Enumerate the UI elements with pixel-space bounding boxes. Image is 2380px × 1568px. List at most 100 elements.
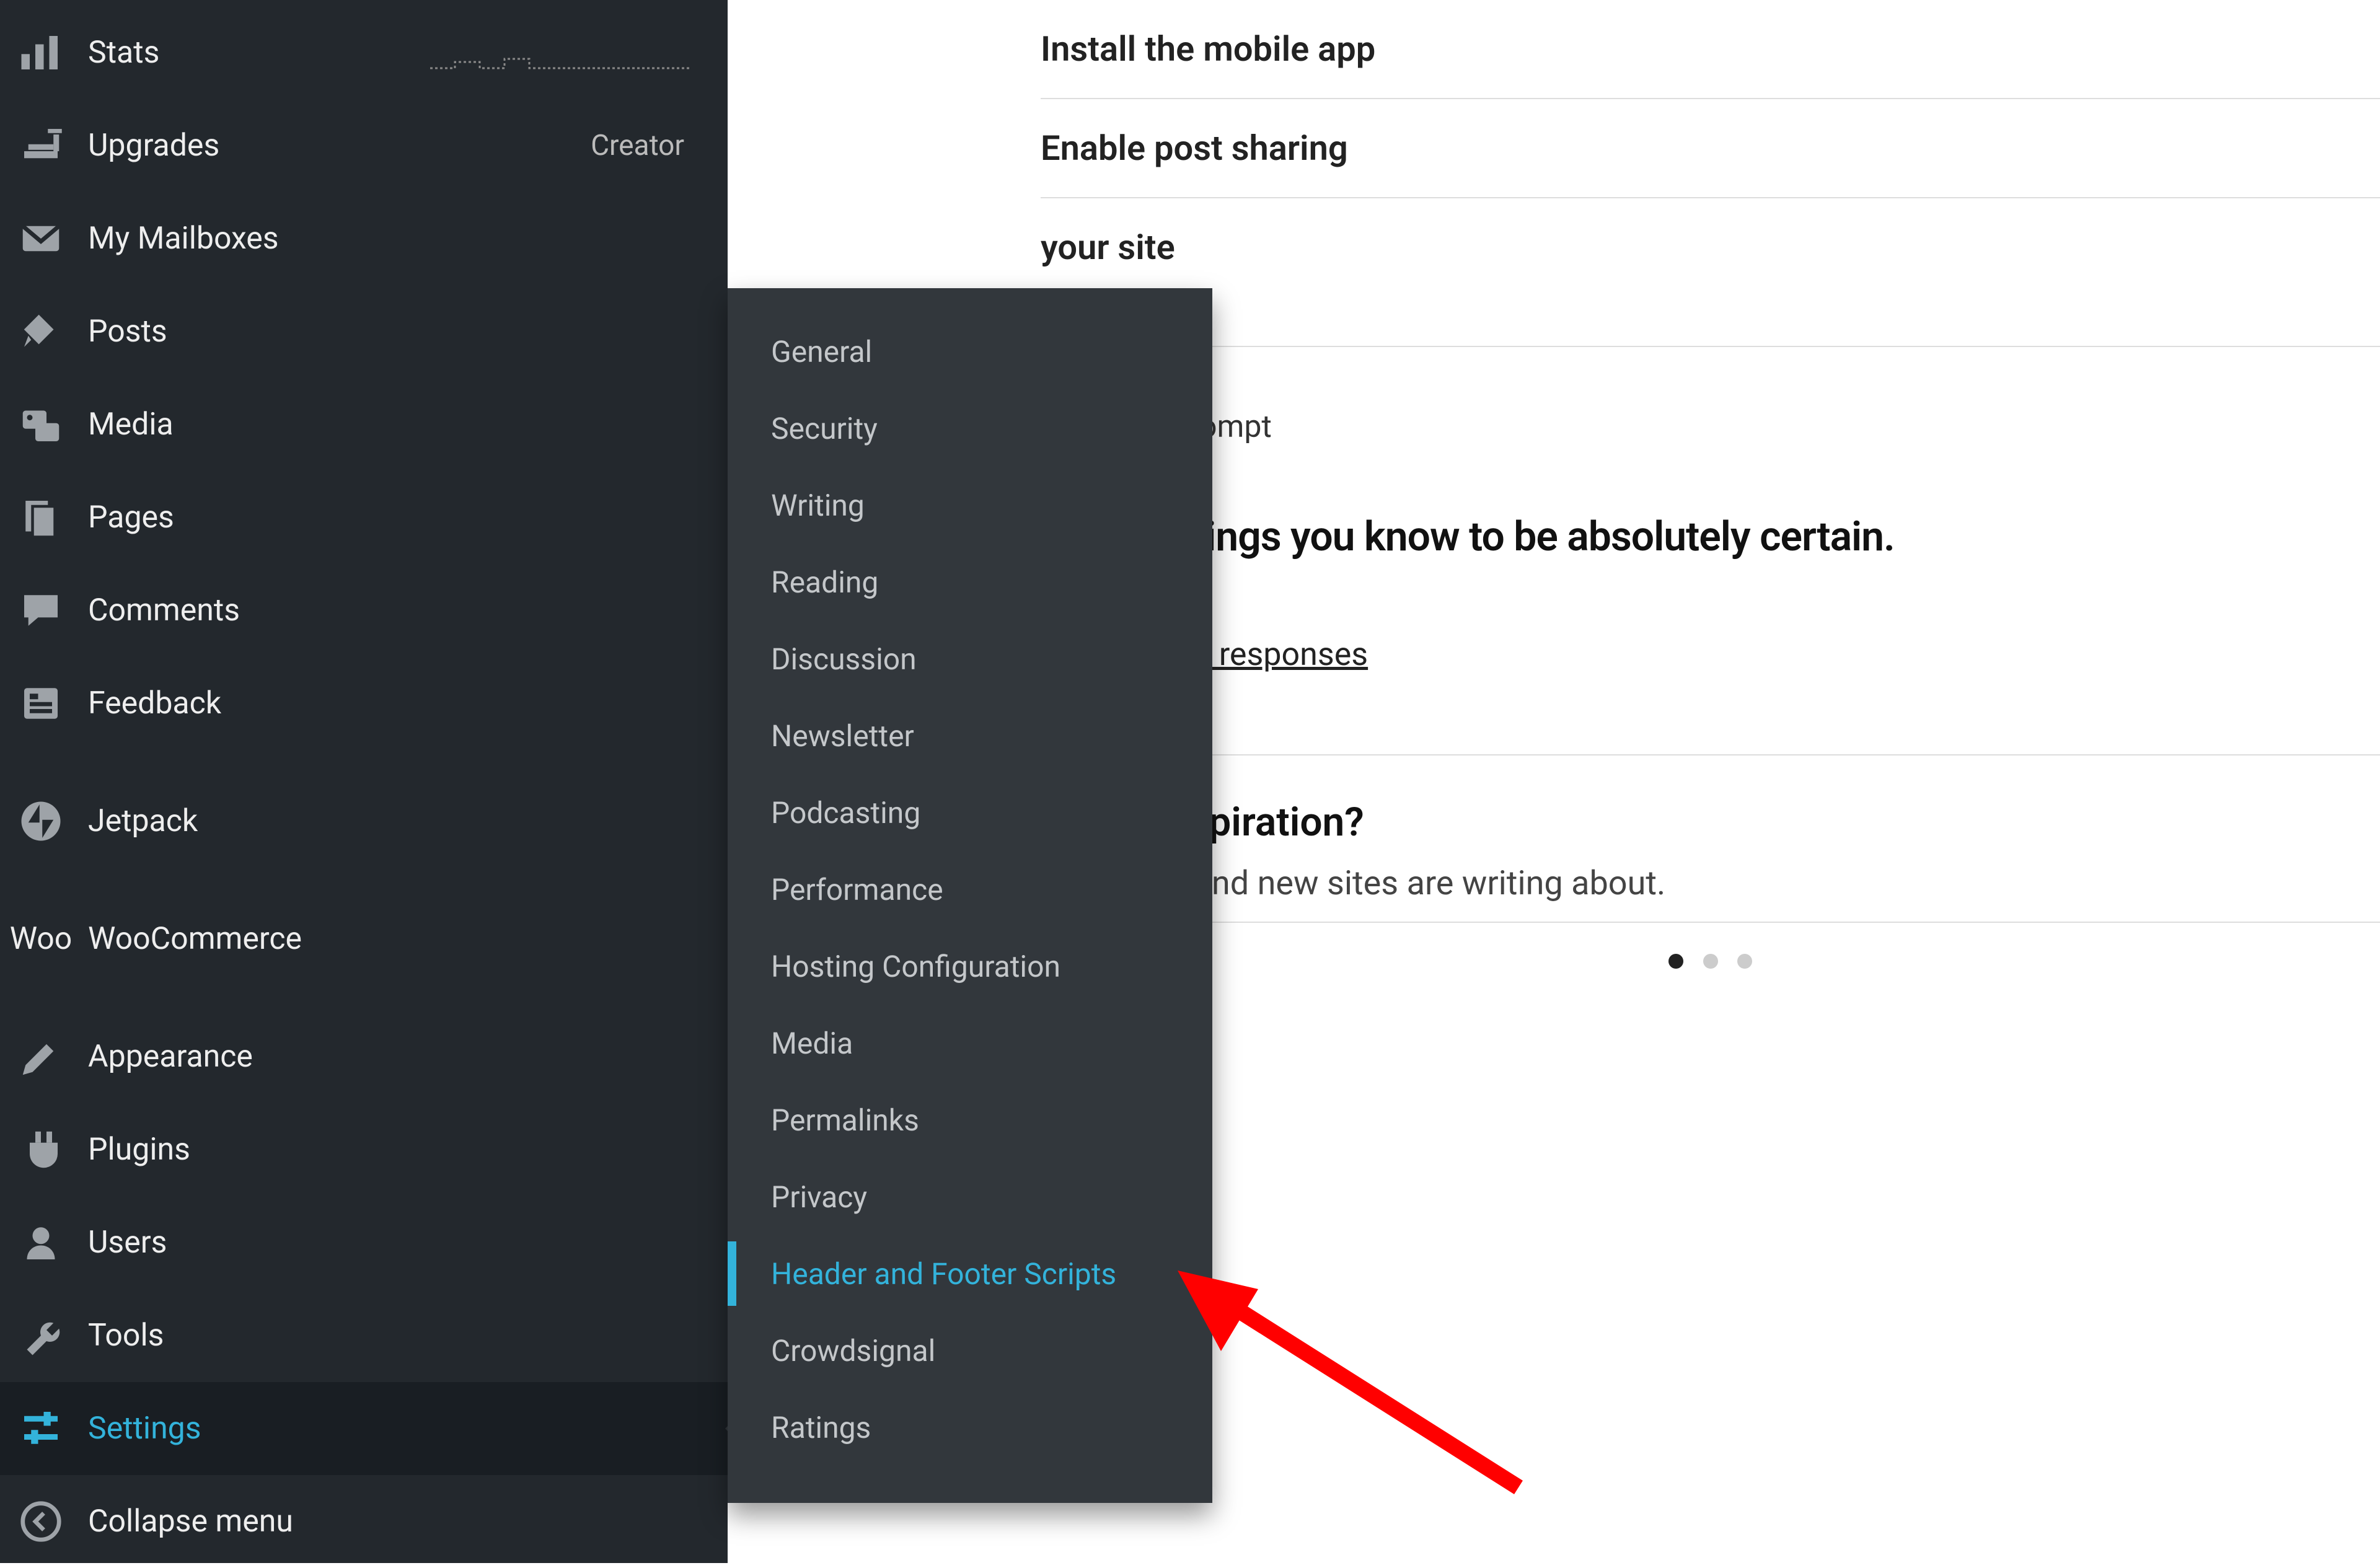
submenu-label: Ratings (771, 1410, 871, 1445)
sidebar-item-label: Comments (88, 592, 240, 628)
woo-icon: Woo (19, 917, 63, 961)
submenu-label: Crowdsignal (771, 1333, 935, 1368)
jetpack-icon (19, 799, 63, 843)
sidebar-item-label: My Mailboxes (88, 221, 279, 257)
admin-sidebar: Stats Upgrades Creator My Mailboxes Post… (0, 0, 728, 1563)
task-install-app[interactable]: Install the mobile app (1041, 0, 2380, 98)
stats-sparkline (430, 34, 690, 71)
sidebar-item-label: WooCommerce (88, 921, 302, 957)
prompt-heading: ly writing prompt (1041, 409, 2380, 445)
submenu-podcasting[interactable]: Podcasting (728, 774, 1212, 851)
prompt-title: List 10 things you know to be absolutely… (1041, 513, 2380, 561)
sidebar-item-label: Media (88, 407, 174, 443)
settings-icon (19, 1406, 63, 1451)
sidebar-item-label: Pages (88, 500, 174, 535)
submenu-newsletter[interactable]: Newsletter (728, 697, 1212, 774)
sidebar-item-collapse[interactable]: Collapse menu (0, 1475, 728, 1568)
comments-icon (19, 588, 63, 633)
submenu-reading[interactable]: Reading (728, 544, 1212, 620)
sidebar-item-label: Users (88, 1225, 167, 1261)
submenu-crowdsignal[interactable]: Crowdsignal (728, 1312, 1212, 1389)
submenu-label: Reading (771, 565, 878, 600)
sidebar-item-posts[interactable]: Posts (0, 285, 728, 378)
submenu-label: Media (771, 1026, 853, 1061)
sidebar-item-plugins[interactable]: Plugins (0, 1103, 728, 1196)
pager-dot-2[interactable] (1703, 954, 1718, 969)
users-icon (19, 1220, 63, 1265)
task-your-site[interactable]: your site (1041, 197, 2380, 296)
sidebar-item-comments[interactable]: Comments (0, 564, 728, 657)
inspiration-card: ng for inspiration? at other brand new s… (1041, 755, 2380, 923)
sidebar-item-upgrades[interactable]: Upgrades Creator (0, 99, 728, 192)
sidebar-item-label: Posts (88, 314, 167, 350)
collapse-icon (19, 1499, 63, 1544)
stats-icon (19, 30, 63, 75)
sidebar-item-label: Stats (88, 35, 159, 71)
submenu-label: Header and Footer Scripts (771, 1256, 1116, 1292)
media-icon (19, 402, 63, 447)
task-label: your site (1041, 227, 1175, 268)
sidebar-item-label: Settings (88, 1411, 201, 1447)
plan-badge: Creator (591, 129, 684, 162)
sidebar-item-feedback[interactable]: Feedback (0, 657, 728, 750)
task-enable-sharing[interactable]: Enable post sharing (1041, 98, 2380, 197)
sidebar-item-appearance[interactable]: Appearance (0, 1010, 728, 1103)
wrench-icon (19, 1313, 63, 1358)
submenu-label: Privacy (771, 1179, 867, 1215)
sidebar-item-media[interactable]: Media (0, 378, 728, 471)
pager-dots (1041, 954, 2380, 971)
submenu-performance[interactable]: Performance (728, 851, 1212, 928)
sidebar-item-users[interactable]: Users (0, 1196, 728, 1289)
sidebar-item-label: Feedback (88, 685, 221, 721)
submenu-label: Podcasting (771, 795, 920, 830)
submenu-media[interactable]: Media (728, 1005, 1212, 1081)
writing-prompt-card: ly writing prompt List 10 things you kno… (1041, 346, 2380, 755)
submenu-label: Writing (771, 488, 865, 523)
pages-icon (19, 495, 63, 540)
submenu-header-footer-scripts[interactable]: Header and Footer Scripts (728, 1235, 1212, 1312)
submenu-writing[interactable]: Writing (728, 467, 1212, 544)
sidebar-item-woocommerce[interactable]: Woo WooCommerce (0, 892, 728, 985)
submenu-label: Security (771, 411, 878, 446)
pin-icon (19, 309, 63, 354)
sidebar-item-label: Appearance (88, 1039, 253, 1075)
pager-dot-1[interactable] (1668, 954, 1683, 969)
inspiration-heading: ng for inspiration? (1041, 799, 2380, 845)
submenu-security[interactable]: Security (728, 390, 1212, 467)
task-label: Install the mobile app (1041, 29, 1375, 69)
submenu-label: Performance (771, 872, 943, 907)
feedback-icon (19, 681, 63, 726)
submenu-permalinks[interactable]: Permalinks (728, 1081, 1212, 1158)
submenu-label: General (771, 334, 872, 369)
prompt-actions: View all responses (1041, 635, 2380, 680)
sidebar-item-jetpack[interactable]: Jetpack (0, 775, 728, 868)
sidebar-item-label: Tools (88, 1318, 164, 1354)
sidebar-item-label: Plugins (88, 1132, 190, 1168)
inspiration-subtext: at other brand new sites are writing abo… (1041, 864, 2380, 903)
sidebar-item-label: Collapse menu (88, 1504, 293, 1539)
sidebar-item-label: Jetpack (88, 803, 198, 839)
pager-dot-3[interactable] (1737, 954, 1752, 969)
settings-submenu: General Security Writing Reading Discuss… (728, 288, 1212, 1503)
submenu-label: Permalinks (771, 1103, 919, 1138)
sidebar-item-tools[interactable]: Tools (0, 1289, 728, 1382)
submenu-ratings[interactable]: Ratings (728, 1389, 1212, 1466)
submenu-discussion[interactable]: Discussion (728, 620, 1212, 697)
submenu-general[interactable]: General (728, 313, 1212, 390)
sidebar-item-label: Upgrades (88, 128, 219, 164)
submenu-hosting-config[interactable]: Hosting Configuration (728, 928, 1212, 1005)
sidebar-item-settings[interactable]: Settings (0, 1382, 728, 1475)
submenu-label: Hosting Configuration (771, 949, 1060, 984)
sidebar-item-stats[interactable]: Stats (0, 6, 728, 99)
brush-icon (19, 1034, 63, 1079)
submenu-label: Newsletter (771, 718, 914, 754)
mail-icon (19, 216, 63, 261)
submenu-privacy[interactable]: Privacy (728, 1158, 1212, 1235)
sidebar-item-mailboxes[interactable]: My Mailboxes (0, 192, 728, 285)
plugin-icon (19, 1127, 63, 1172)
submenu-label: Discussion (771, 641, 917, 677)
cart-icon (19, 123, 63, 168)
sidebar-item-pages[interactable]: Pages (0, 471, 728, 564)
dashboard-panel: Install the mobile app Enable post shari… (1041, 0, 2380, 971)
task-label: Enable post sharing (1041, 128, 1348, 169)
